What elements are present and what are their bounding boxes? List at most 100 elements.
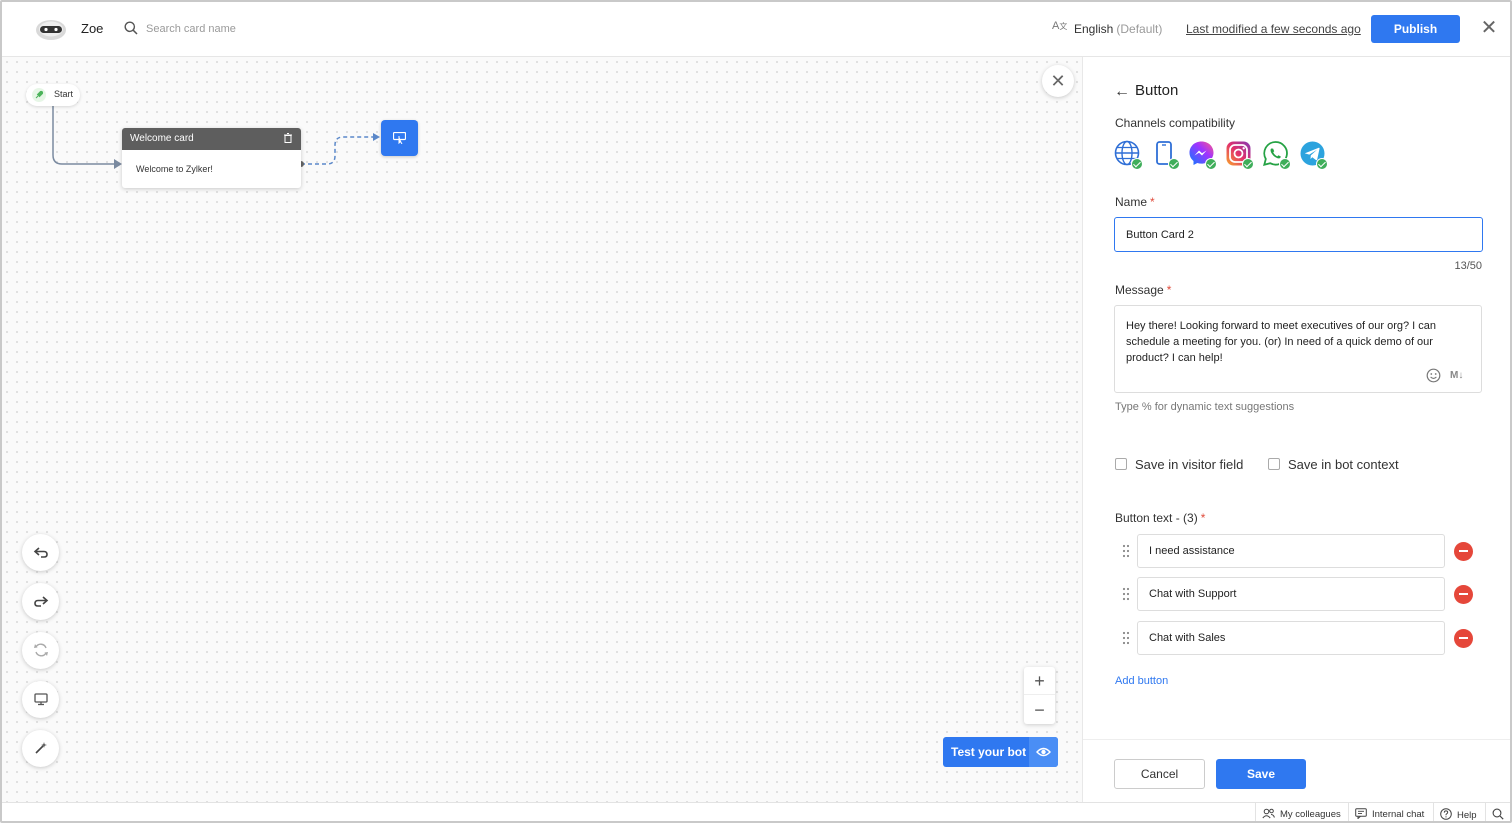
internal-chat-button[interactable]: Internal chat (1355, 808, 1425, 821)
char-count: 13/50 (1454, 260, 1482, 272)
button-card-panel: ← Button Channels compatibility Name * B… (1082, 57, 1510, 802)
preview-screen-button[interactable] (22, 681, 59, 718)
name-field[interactable] (1114, 217, 1483, 252)
welcome-card-header: Welcome card (122, 128, 301, 150)
translate-icon: A文 (1052, 20, 1068, 32)
help-button[interactable]: Help (1440, 808, 1477, 821)
button-text-input[interactable] (1137, 534, 1445, 568)
app-window: Zoe A文 English(Default) Last modified a … (0, 0, 1512, 823)
zoom-out-button[interactable]: − (1024, 696, 1055, 724)
publish-button[interactable]: Publish (1371, 15, 1460, 43)
remove-button-icon[interactable] (1454, 542, 1473, 561)
close-icon[interactable]: ✕ (1480, 18, 1498, 38)
drag-handle-icon[interactable] (1122, 587, 1130, 601)
button-text-row (1114, 534, 1484, 568)
top-header: Zoe A文 English(Default) Last modified a … (2, 2, 1510, 57)
drag-handle-icon[interactable] (1122, 631, 1130, 645)
cancel-button[interactable]: Cancel (1114, 759, 1205, 789)
messenger-icon (1188, 140, 1217, 170)
help-icon (1440, 808, 1452, 820)
refresh-button[interactable] (22, 632, 59, 669)
save-button[interactable]: Save (1216, 759, 1306, 789)
rocket-icon (32, 88, 46, 102)
checkbox-box[interactable] (1115, 458, 1127, 470)
test-bot-button[interactable]: Test your bot (943, 737, 1058, 767)
bot-name[interactable]: Zoe (81, 21, 103, 36)
eye-icon[interactable] (1029, 737, 1058, 767)
remove-button-icon[interactable] (1454, 629, 1473, 648)
remove-button-icon[interactable] (1454, 585, 1473, 604)
back-arrow-icon[interactable]: ← (1114, 83, 1130, 101)
panel-title: Button (1135, 82, 1179, 99)
search-input[interactable] (146, 19, 346, 39)
message-label-text: Message (1115, 283, 1164, 297)
divider (1485, 803, 1486, 821)
button-card-icon (393, 132, 406, 144)
welcome-card-title: Welcome card (130, 133, 194, 144)
undo-button[interactable] (22, 534, 59, 571)
new-button-card-node[interactable] (381, 120, 418, 156)
chat-icon (1355, 808, 1367, 820)
button-text-row (1114, 577, 1484, 611)
instagram-icon (1225, 140, 1254, 170)
button-text-label: Button text - (3) * (1115, 511, 1206, 525)
channel-icons (1114, 140, 1328, 172)
search-icon (124, 21, 140, 37)
trash-icon[interactable] (282, 132, 294, 144)
name-label: Name * (1115, 195, 1155, 209)
bottom-status-bar: My colleagues Internal chat Help (2, 802, 1510, 821)
search-icon (1492, 808, 1504, 820)
emoji-icon[interactable] (1426, 368, 1441, 383)
magic-wand-button[interactable] (22, 730, 59, 767)
redo-button[interactable] (22, 583, 59, 620)
zoom-in-button[interactable]: + (1024, 667, 1055, 695)
start-label: Start (54, 89, 74, 99)
save-bot-context-label: Save in bot context (1288, 457, 1399, 472)
magic-wand-icon (34, 742, 47, 754)
divider (1255, 803, 1256, 821)
flow-canvas[interactable]: Start Welcome card Welcome to Zylker! ✕ (2, 57, 1082, 802)
divider (1433, 803, 1434, 821)
message-label: Message * (1115, 283, 1172, 297)
flow-connectors (52, 106, 380, 169)
internal-chat-label: Internal chat (1372, 809, 1425, 820)
markdown-icon[interactable]: M↓ (1450, 370, 1463, 381)
button-text-row (1114, 621, 1484, 655)
my-colleagues-button[interactable]: My colleagues (1262, 808, 1341, 821)
whatsapp-icon (1262, 140, 1291, 170)
start-node[interactable]: Start (26, 84, 80, 106)
test-bot-label: Test your bot (951, 745, 1027, 759)
people-icon (1262, 808, 1275, 819)
close-panel-button[interactable]: ✕ (1042, 65, 1074, 97)
button-text-label-text: Button text - (3) (1115, 511, 1198, 525)
undo-icon (33, 547, 48, 558)
language-label: English (1074, 22, 1114, 36)
web-globe-icon (1114, 140, 1143, 170)
welcome-card-message: Welcome to Zylker! (136, 164, 213, 174)
monitor-icon (33, 693, 48, 706)
redo-icon (33, 596, 48, 607)
button-text-input[interactable] (1137, 577, 1445, 611)
language-selector[interactable]: English (Default) (1074, 22, 1162, 36)
drag-handle-icon[interactable] (1122, 544, 1130, 558)
help-label: Help (1457, 810, 1477, 821)
mobile-icon (1151, 140, 1180, 170)
bot-avatar-icon[interactable] (34, 16, 68, 42)
refresh-icon (33, 643, 48, 657)
dynamic-text-hint: Type % for dynamic text suggestions (1115, 401, 1295, 413)
language-default-label: (Default) (1116, 22, 1163, 36)
zoom-controls: + − (1024, 667, 1055, 724)
last-modified-link[interactable]: Last modified a few seconds ago (1186, 22, 1361, 36)
add-button-link[interactable]: Add button (1115, 675, 1168, 687)
channels-label: Channels compatibility (1115, 116, 1236, 130)
checkbox-box[interactable] (1268, 458, 1280, 470)
welcome-card-node[interactable]: Welcome card Welcome to Zylker! (122, 128, 301, 188)
save-visitor-field-label: Save in visitor field (1135, 457, 1244, 472)
button-text-input[interactable] (1137, 621, 1445, 655)
name-label-text: Name (1115, 195, 1148, 209)
telegram-icon (1299, 140, 1328, 170)
my-colleagues-label: My colleagues (1280, 809, 1341, 820)
bottom-search-button[interactable] (1492, 808, 1509, 821)
panel-footer: Cancel Save (1083, 739, 1510, 802)
divider (1348, 803, 1349, 821)
